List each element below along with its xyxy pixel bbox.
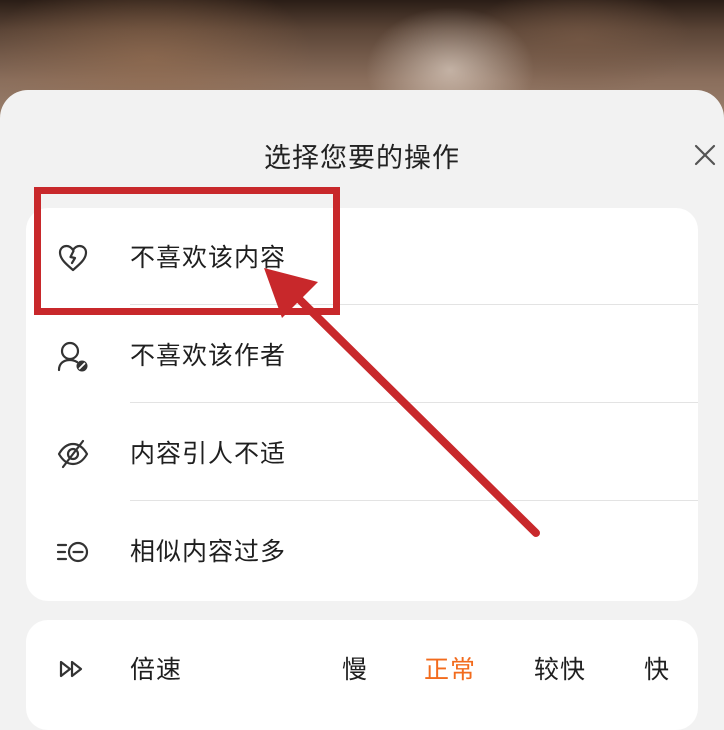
sheet-title: 选择您要的操作	[264, 143, 460, 174]
fast-forward-icon	[59, 660, 83, 678]
speed-option-slow[interactable]: 慢	[342, 650, 368, 686]
close-icon	[694, 144, 716, 166]
menu-item-label: 相似内容过多	[130, 537, 287, 566]
user-block-icon	[57, 341, 88, 372]
broken-heart-icon	[58, 244, 88, 272]
playback-speed-row: 倍速 慢 正常 较快 快	[26, 620, 698, 730]
menu-item-label: 不喜欢该内容	[130, 243, 287, 272]
speed-option-fast[interactable]: 快	[644, 650, 670, 686]
speed-option-normal[interactable]: 正常	[424, 650, 476, 686]
menu-item-too-similar[interactable]: 相似内容过多	[26, 502, 698, 600]
speed-option-faster[interactable]: 较快	[534, 650, 586, 686]
menu-item-label: 内容引人不适	[130, 439, 287, 468]
divider	[130, 500, 698, 501]
eye-off-icon	[57, 439, 89, 469]
list-minus-icon	[56, 541, 89, 563]
speed-label: 倍速	[130, 655, 183, 684]
divider	[130, 402, 698, 403]
menu-item-uncomfortable[interactable]: 内容引人不适	[26, 404, 698, 502]
menu-item-label: 不喜欢该作者	[130, 341, 287, 370]
feedback-menu: 不喜欢该内容 不喜欢该作者 内容引人不适 相似内容过多	[26, 208, 698, 601]
menu-item-dislike-content[interactable]: 不喜欢该内容	[26, 208, 698, 306]
menu-item-dislike-author[interactable]: 不喜欢该作者	[26, 306, 698, 404]
divider	[130, 304, 698, 305]
close-button[interactable]	[690, 140, 720, 170]
